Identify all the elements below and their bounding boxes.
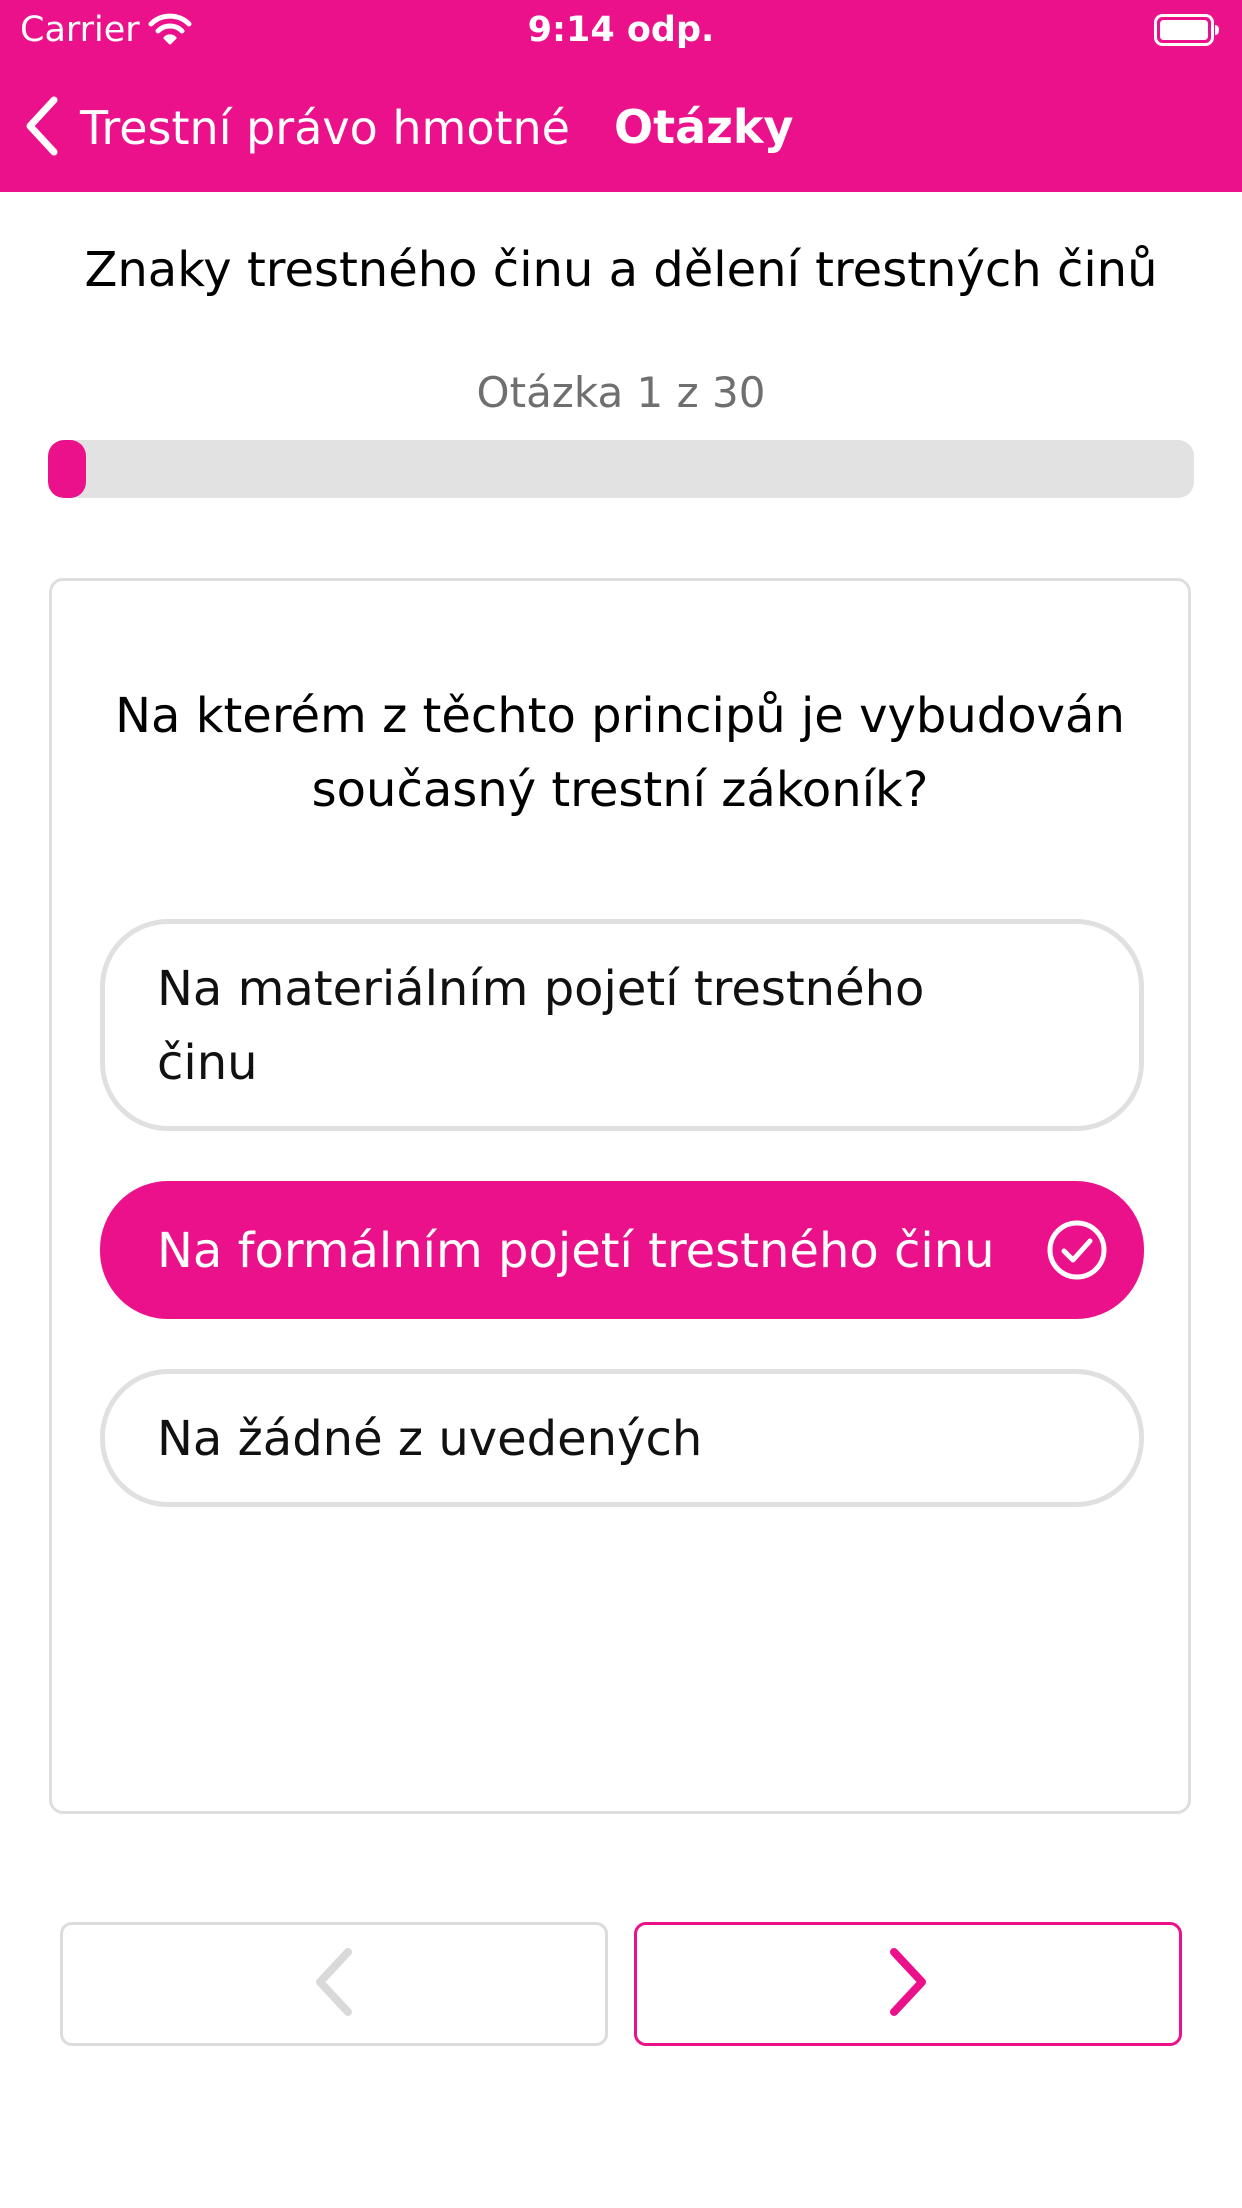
answer-text: Na žádné z uvedených — [157, 1411, 703, 1467]
question-counter: Otázka 1 z 30 — [476, 368, 766, 417]
answer-option[interactable]: Na žádné z uvedených — [100, 1369, 1144, 1507]
answer-list: Na materiálním pojetí trestného činu Na … — [100, 919, 1144, 1557]
back-button-label: Trestní právo hmotné — [80, 101, 570, 155]
header: Carrier 9:14 odp. Trestní právo hmotné O… — [0, 0, 1242, 192]
chevron-left-icon — [24, 96, 60, 160]
answer-option[interactable]: Na formálním pojetí trestného činu — [100, 1181, 1144, 1319]
question-navigation — [60, 1922, 1182, 2046]
progress-bar — [48, 440, 1194, 498]
status-bar: Carrier 9:14 odp. — [0, 0, 1242, 64]
back-button[interactable]: Trestní právo hmotné — [24, 92, 570, 164]
question-text: Na kterém z těchto principů je vybudován… — [115, 688, 1125, 818]
previous-question-button[interactable] — [60, 1922, 608, 2046]
next-question-button[interactable] — [634, 1922, 1182, 2046]
battery-icon — [1154, 14, 1220, 46]
topic-title: Znaky trestného činu a dělení trestných … — [84, 242, 1158, 298]
status-time: 9:14 odp. — [527, 10, 715, 50]
chevron-right-icon — [886, 1946, 930, 2022]
answer-text: Na formálním pojetí trestného činu — [157, 1223, 995, 1279]
check-circle-icon — [1045, 1218, 1109, 1282]
question-card: Na kterém z těchto principů je vybudován… — [49, 578, 1191, 1814]
answer-text: Na materiálním pojetí trestného činu — [157, 961, 925, 1091]
navigation-bar: Trestní právo hmotné Otázky — [0, 64, 1242, 192]
answer-option[interactable]: Na materiálním pojetí trestného činu — [100, 919, 1144, 1131]
page-title: Otázky — [614, 100, 794, 154]
chevron-left-icon — [312, 1946, 356, 2022]
progress-fill — [48, 440, 87, 498]
